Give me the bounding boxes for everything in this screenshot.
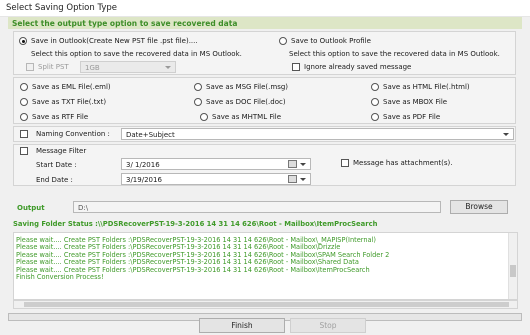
outlook-right-description: Select this option to save the recovered… (289, 50, 500, 58)
chevron-down-icon (300, 163, 306, 166)
save-pdf-radio[interactable] (371, 113, 379, 121)
chevron-down-icon (503, 133, 509, 136)
finish-button[interactable]: Finish (199, 318, 285, 333)
log-horizontal-scrollbar[interactable] (13, 300, 518, 309)
attachment-label: Message has attachment(s). (353, 159, 453, 167)
save-mbox-label[interactable]: Save as MBOX File (383, 98, 447, 106)
save-eml-label[interactable]: Save as EML File(.eml) (32, 83, 111, 91)
outlook-left-description: Select this option to save the recovered… (31, 50, 242, 58)
conversion-log[interactable]: Please wait.... Create PST Folders :\PDS… (13, 232, 518, 300)
start-date-picker[interactable]: 3/ 1/2016 (121, 158, 311, 170)
message-filter-checkbox[interactable] (20, 147, 28, 155)
browse-button[interactable]: Browse (450, 200, 508, 214)
split-size-value: 1GB (85, 64, 100, 72)
outlook-options-group: Save in Outlook(Create New PST file .pst… (13, 31, 516, 75)
calendar-icon[interactable] (288, 175, 297, 183)
start-date-label: Start Date : (36, 161, 77, 169)
finish-button-label: Finish (231, 321, 253, 330)
save-txt-radio[interactable] (20, 98, 28, 106)
output-path-value: D:\ (78, 204, 89, 212)
browse-button-label: Browse (465, 202, 493, 211)
file-format-group: Save as EML File(.eml) Save as MSG File(… (13, 77, 516, 124)
split-pst-label: Split PST (38, 63, 69, 71)
split-pst-checkbox[interactable] (26, 63, 34, 71)
save-rtf-label[interactable]: Save as RTF File (32, 113, 88, 121)
save-doc-radio[interactable] (194, 98, 202, 106)
stop-button-label: Stop (319, 321, 337, 330)
message-filter-label: Message Filter (36, 147, 87, 155)
save-to-profile-label[interactable]: Save to Outlook Profile (291, 37, 371, 45)
scroll-thumb[interactable] (510, 265, 516, 277)
save-msg-radio[interactable] (194, 83, 202, 91)
naming-convention-select[interactable]: Date+Subject (121, 128, 514, 140)
banner-instruction: Select the output type option to save re… (8, 17, 522, 29)
scroll-thumb[interactable] (24, 302, 509, 307)
save-mhtml-label[interactable]: Save as MHTML File (212, 113, 281, 121)
message-filter-group: Message Filter Start Date : 3/ 1/2016 Me… (13, 144, 516, 186)
ignore-saved-label: Ignore already saved message (304, 63, 412, 71)
ignore-saved-checkbox[interactable] (292, 63, 300, 71)
log-line: Finish Conversion Process! (16, 273, 104, 282)
naming-convention-checkbox[interactable] (20, 130, 28, 138)
naming-convention-group: Naming Convention : Date+Subject (13, 126, 516, 142)
stop-button[interactable]: Stop (290, 318, 366, 333)
chevron-down-icon (300, 178, 306, 181)
naming-convention-value: Date+Subject (126, 131, 175, 139)
save-doc-label[interactable]: Save as DOC File(.doc) (206, 98, 286, 106)
end-date-value: 3/19/2016 (126, 176, 162, 184)
window-title: Select Saving Option Type (6, 3, 117, 13)
start-date-value: 3/ 1/2016 (126, 161, 160, 169)
split-size-select[interactable]: 1GB (80, 61, 176, 73)
end-date-label: End Date : (36, 176, 73, 184)
output-label: Output (17, 204, 45, 212)
naming-convention-label: Naming Convention : (36, 130, 110, 138)
attachment-checkbox[interactable] (341, 159, 349, 167)
save-eml-radio[interactable] (20, 83, 28, 91)
save-mbox-radio[interactable] (371, 98, 379, 106)
save-to-profile-radio[interactable] (279, 37, 287, 45)
save-in-outlook-radio[interactable] (19, 37, 27, 45)
save-txt-label[interactable]: Save as TXT File(.txt) (32, 98, 106, 106)
title-bar: Select Saving Option Type (0, 0, 530, 17)
save-mhtml-radio[interactable] (200, 113, 208, 121)
dialog-body: Select the output type option to save re… (0, 17, 530, 335)
save-pdf-label[interactable]: Save as PDF File (383, 113, 440, 121)
calendar-icon[interactable] (288, 160, 297, 168)
chevron-down-icon (165, 66, 171, 69)
output-path-field[interactable]: D:\ (73, 201, 441, 213)
end-date-picker[interactable]: 3/19/2016 (121, 173, 311, 185)
save-html-radio[interactable] (371, 83, 379, 91)
save-html-label[interactable]: Save as HTML File(.html) (383, 83, 470, 91)
save-msg-label[interactable]: Save as MSG File(.msg) (206, 83, 288, 91)
save-in-outlook-label[interactable]: Save in Outlook(Create New PST file .pst… (31, 37, 198, 45)
log-vertical-scrollbar[interactable] (508, 233, 517, 299)
save-rtf-radio[interactable] (20, 113, 28, 121)
saving-folder-status: Saving Folder Status :\\PDSRecoverPST-19… (13, 220, 378, 228)
